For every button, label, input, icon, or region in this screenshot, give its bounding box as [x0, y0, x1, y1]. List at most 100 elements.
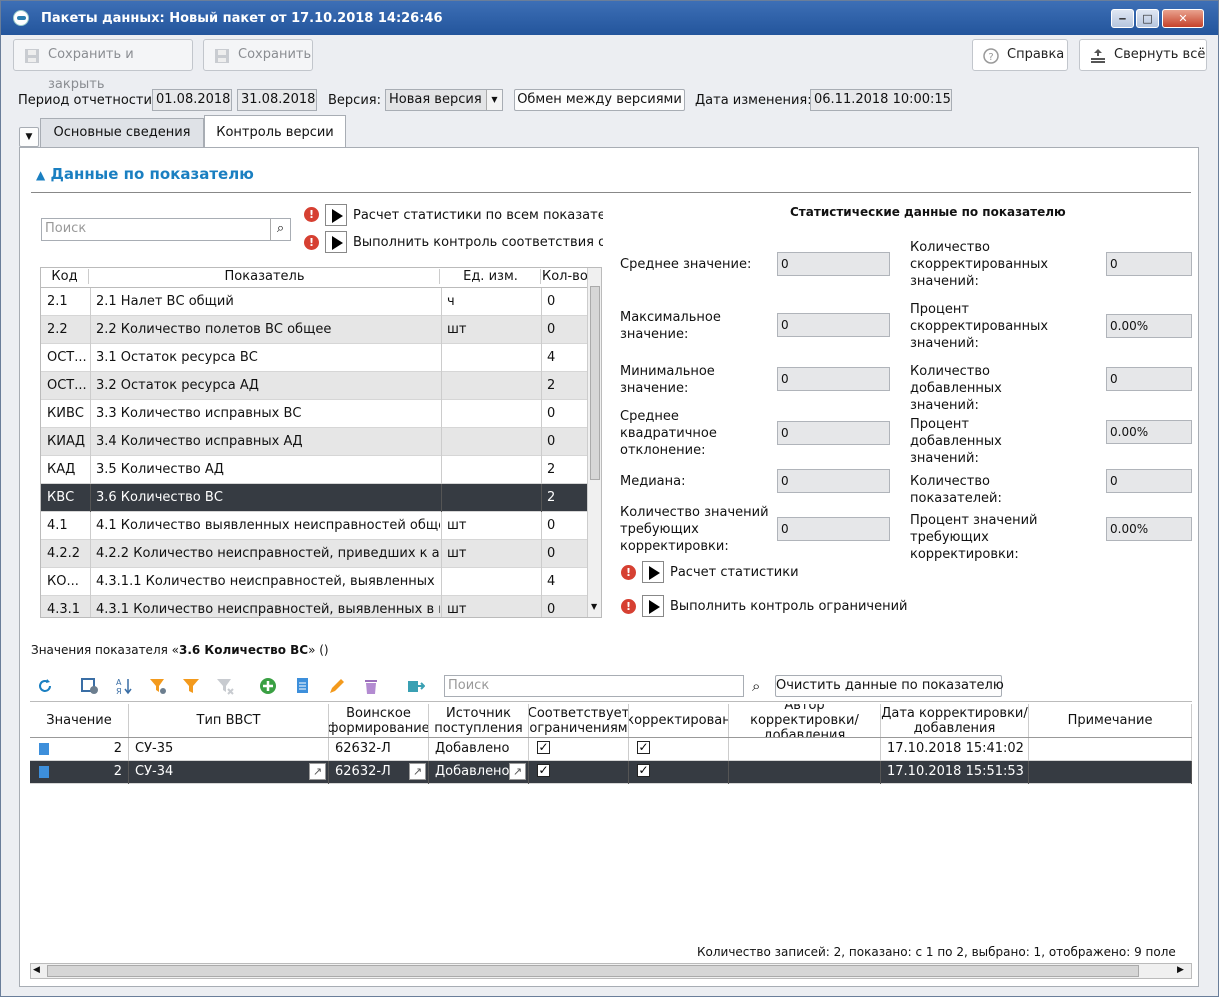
- svg-text:A: A: [116, 678, 122, 687]
- table-row[interactable]: 2.2 2.2 Количество полетов ВС общее шт 0: [41, 316, 587, 344]
- column-header[interactable]: Воинское формирование: [329, 704, 429, 737]
- table-cell: 0: [547, 546, 556, 561]
- delete-icon[interactable]: [362, 677, 380, 695]
- tab-version-control[interactable]: Контроль версии: [204, 115, 346, 148]
- search-icon[interactable]: ⌕: [752, 677, 760, 695]
- window-title: Пакеты данных: Новый пакет от 17.10.2018…: [41, 11, 443, 26]
- table-cell: 3.4 Количество исправных АД: [96, 434, 303, 449]
- error-icon: !: [304, 235, 319, 250]
- column-separator: [128, 761, 129, 784]
- error-icon: !: [621, 599, 636, 614]
- version-label: Версия:: [328, 93, 381, 108]
- checkbox[interactable]: ✓: [537, 741, 550, 754]
- copy-icon[interactable]: [294, 677, 312, 695]
- indicator-search-input[interactable]: Поиск ⌕: [41, 218, 291, 241]
- table-row[interactable]: 2 СУ-35 62632-Л Добавлено ✓ ✓ 17.10.2018 15:41…: [30, 738, 1192, 761]
- minimize-button[interactable]: ‒: [1111, 9, 1134, 28]
- table-cell: 4.3.1: [47, 602, 81, 617]
- play-icon[interactable]: [325, 204, 347, 226]
- play-icon[interactable]: [642, 595, 664, 617]
- column-header[interactable]: Соответствует ограничениям: [529, 704, 629, 737]
- table-row[interactable]: ОСТ... 3.1 Остаток ресурса ВС 4: [41, 344, 587, 372]
- column-header[interactable]: Источник поступления: [429, 704, 529, 737]
- column-header[interactable]: Код: [41, 269, 89, 284]
- period-to-field[interactable]: 31.08.2018: [237, 89, 317, 111]
- open-link-icon[interactable]: ↗: [309, 763, 326, 780]
- add-icon[interactable]: [259, 677, 277, 695]
- column-separator: [441, 540, 442, 568]
- column-header[interactable]: Ед. изм.: [441, 269, 541, 284]
- period-from-field[interactable]: 01.08.2018: [152, 89, 232, 111]
- scrollbar-thumb[interactable]: [590, 286, 600, 480]
- clear-filter-icon[interactable]: [216, 677, 234, 695]
- column-separator: [90, 456, 91, 484]
- help-button[interactable]: ? Справка: [972, 39, 1068, 71]
- table-row[interactable]: 2.1 2.1 Налет ВС общий ч 0: [41, 288, 587, 316]
- scroll-right-icon[interactable]: ▶: [1177, 965, 1184, 975]
- stat-label: Среднее значение:: [620, 257, 752, 272]
- scroll-left-icon[interactable]: ◀: [33, 965, 40, 975]
- tabs-menu-chevron-icon[interactable]: ▼: [19, 127, 39, 147]
- tab-main-info[interactable]: Основные сведения: [40, 118, 204, 147]
- checkbox[interactable]: ✓: [637, 741, 650, 754]
- table-row[interactable]: КИАД 3.4 Количество исправных АД 0: [41, 428, 587, 456]
- table-settings-icon[interactable]: [81, 677, 99, 695]
- clear-indicator-data-button[interactable]: Очистить данные по показателю: [775, 675, 1004, 697]
- close-button[interactable]: ✕: [1162, 9, 1204, 28]
- save-close-button[interactable]: Сохранить и закрыть: [13, 39, 193, 92]
- column-separator: [528, 738, 529, 761]
- indicator-scrollbar[interactable]: ▼: [587, 268, 601, 617]
- exchange-versions-button[interactable]: Обмен между версиями: [514, 89, 685, 111]
- filter-icon[interactable]: [182, 677, 200, 695]
- column-header[interactable]: Значение: [30, 704, 129, 737]
- title-bar[interactable]: Пакеты данных: Новый пакет от 17.10.2018…: [1, 1, 1218, 35]
- sort-icon[interactable]: AЯ: [115, 677, 133, 695]
- table-row[interactable]: КВС 3.6 Количество ВС 2: [41, 484, 587, 512]
- collapse-all-button[interactable]: Свернуть всё: [1079, 39, 1207, 71]
- search-icon[interactable]: ⌕: [270, 219, 290, 240]
- table-row[interactable]: КО... 4.3.1.1 Количество неисправностей, …: [41, 568, 587, 596]
- table-cell: 4: [547, 574, 556, 589]
- column-header[interactable]: Кол-во: [542, 269, 587, 284]
- export-icon[interactable]: [407, 677, 425, 695]
- maximize-button[interactable]: □: [1136, 9, 1159, 28]
- column-separator: [441, 512, 442, 540]
- table-row[interactable]: КАД 3.5 Количество АД 2: [41, 456, 587, 484]
- edit-icon[interactable]: [328, 677, 346, 695]
- table-row[interactable]: 4.1 4.1 Количество выявленных неисправнос…: [41, 512, 587, 540]
- stat-label: Количество показателей:: [910, 474, 1002, 506]
- scrollbar-thumb[interactable]: [47, 965, 1139, 977]
- column-header[interactable]: Автор корректировки/ добавления: [729, 704, 881, 737]
- play-icon[interactable]: [642, 561, 664, 583]
- values-hscrollbar[interactable]: ◀ ▶: [30, 963, 1192, 979]
- section-header[interactable]: ▲ Данные по показателю: [36, 165, 254, 183]
- column-header[interactable]: Примечание: [1029, 704, 1192, 737]
- table-row[interactable]: 4.3.1 4.3.1 Количество неисправностей, вы…: [41, 596, 587, 617]
- change-date-label: Дата изменения:: [695, 93, 812, 108]
- table-row[interactable]: 4.2.2 4.2.2 Количество неисправностей, пр…: [41, 540, 587, 568]
- stat-label: Среднее квадратичное отклонение:: [620, 409, 717, 458]
- column-separator: [328, 761, 329, 784]
- column-header[interactable]: Тип ВВСТ: [129, 704, 329, 737]
- open-link-icon[interactable]: ↗: [509, 763, 526, 780]
- scroll-down-icon[interactable]: ▼: [591, 602, 597, 611]
- column-header[interactable]: корректирован: [629, 704, 729, 737]
- checkbox[interactable]: ✓: [637, 764, 650, 777]
- table-row[interactable]: 2 СУ-34 ↗ 62632-Л ↗ Добавлено ↗ ✓ ✓ 17.10.2018 15…: [30, 761, 1192, 784]
- refresh-icon[interactable]: [36, 677, 54, 695]
- table-row[interactable]: КИВС 3.3 Количество исправных ВС 0: [41, 400, 587, 428]
- column-header[interactable]: Дата корректировки/ добавления: [881, 704, 1029, 737]
- save-button[interactable]: Сохранить: [203, 39, 313, 71]
- table-row[interactable]: ОСТ... 3.2 Остаток ресурса АД 2: [41, 372, 587, 400]
- chevron-down-icon[interactable]: ▼: [486, 90, 502, 110]
- version-select[interactable]: Новая версия ▼: [385, 89, 503, 111]
- column-header[interactable]: Показатель: [90, 269, 440, 284]
- version-value: Новая версия: [389, 92, 482, 107]
- values-search-input[interactable]: Поиск: [444, 675, 744, 697]
- play-icon[interactable]: [325, 231, 347, 253]
- column-separator: [428, 738, 429, 761]
- column-separator: [541, 456, 542, 484]
- checkbox[interactable]: ✓: [537, 764, 550, 777]
- open-link-icon[interactable]: ↗: [409, 763, 426, 780]
- filter-settings-icon[interactable]: [149, 677, 167, 695]
